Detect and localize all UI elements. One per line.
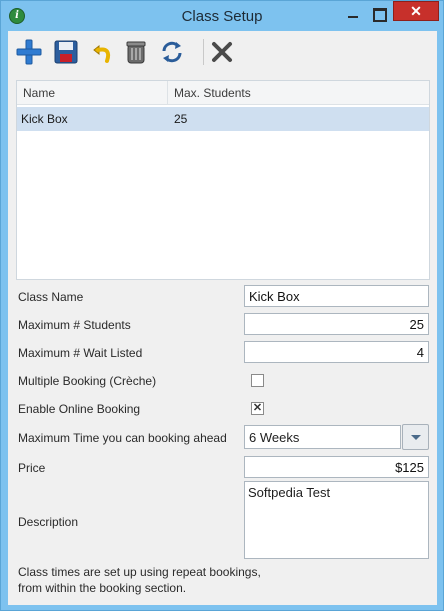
- delete-icon: [126, 41, 146, 64]
- multiple-booking-label: Multiple Booking (Crèche): [18, 374, 157, 388]
- delete-button[interactable]: [121, 37, 151, 67]
- description-label: Description: [18, 515, 79, 529]
- class-name-label: Class Name: [18, 290, 84, 304]
- price-label: Price: [18, 461, 46, 475]
- close-button[interactable]: ✕: [393, 1, 439, 21]
- max-students-field[interactable]: 25: [244, 313, 429, 335]
- max-wait-field[interactable]: 4: [244, 341, 429, 363]
- class-name-field[interactable]: Kick Box: [244, 285, 429, 307]
- save-button[interactable]: [51, 37, 81, 67]
- maximize-button[interactable]: [367, 3, 391, 25]
- online-booking-label: Enable Online Booking: [18, 402, 141, 416]
- undo-button[interactable]: [89, 37, 119, 67]
- class-setup-window: i Class Setup ✕ Name Max. Students Kick …: [0, 0, 444, 611]
- price-field[interactable]: $125: [244, 456, 429, 478]
- cancel-button[interactable]: [207, 37, 237, 67]
- toolbar-separator: [203, 39, 204, 65]
- toolbar: [8, 31, 437, 75]
- class-list-grid[interactable]: Name Max. Students Kick Box 25: [16, 80, 430, 280]
- dropdown-button[interactable]: [402, 424, 429, 450]
- undo-icon: [93, 44, 111, 63]
- title-bar[interactable]: i Class Setup ✕: [1, 1, 443, 31]
- grid-header: Name Max. Students: [17, 81, 429, 105]
- column-divider: [167, 81, 168, 104]
- class-times-note: Class times are set up using repeat book…: [18, 565, 261, 595]
- cancel-icon: [212, 42, 232, 62]
- client-area: Name Max. Students Kick Box 25 Class Nam…: [8, 31, 437, 605]
- online-booking-checkbox[interactable]: ✕: [251, 402, 264, 415]
- max-students-label: Maximum # Students: [18, 318, 131, 332]
- cell-max-students: 25: [174, 112, 188, 126]
- table-row[interactable]: Kick Box 25: [17, 107, 429, 131]
- column-header-name[interactable]: Name: [23, 86, 55, 100]
- description-field[interactable]: Softpedia Test: [244, 481, 429, 559]
- column-header-max-students[interactable]: Max. Students: [174, 86, 251, 100]
- multiple-booking-checkbox[interactable]: [251, 374, 264, 387]
- add-icon: [16, 39, 42, 65]
- add-button[interactable]: [14, 37, 44, 67]
- save-icon: [54, 40, 78, 64]
- max-time-label: Maximum Time you can booking ahead: [18, 431, 227, 445]
- max-wait-label: Maximum # Wait Listed: [18, 346, 143, 360]
- refresh-button[interactable]: [157, 37, 187, 67]
- refresh-icon: [162, 41, 182, 63]
- minimize-button[interactable]: [341, 3, 365, 25]
- max-time-select[interactable]: 6 Weeks: [244, 425, 401, 449]
- cell-name: Kick Box: [21, 112, 68, 126]
